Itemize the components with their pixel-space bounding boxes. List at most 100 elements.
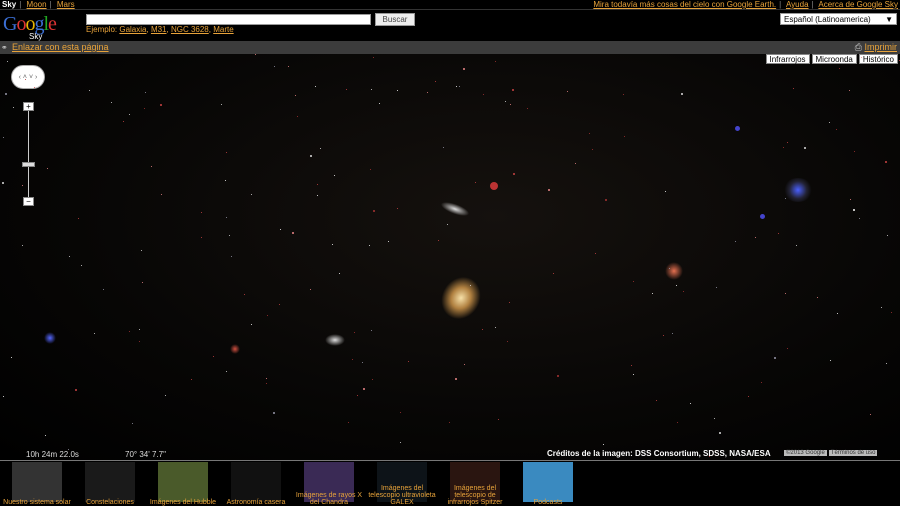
zoom-in-button[interactable]: +	[23, 102, 34, 111]
star	[567, 91, 569, 93]
star	[363, 388, 366, 391]
star	[22, 244, 24, 246]
star	[371, 330, 373, 332]
nav-mars[interactable]: Mars	[57, 0, 75, 9]
gallery-tile[interactable]: Podcasts	[523, 462, 573, 506]
star	[603, 444, 605, 446]
layer-historical[interactable]: Histórico	[858, 54, 898, 64]
star	[129, 113, 131, 115]
star	[830, 360, 832, 362]
example-link[interactable]: Marte	[213, 25, 233, 34]
nav-moon[interactable]: Moon	[27, 0, 47, 9]
gallery-tile[interactable]: Astronomía casera	[227, 462, 285, 506]
star	[630, 364, 632, 366]
star	[662, 334, 664, 336]
star	[139, 341, 140, 343]
star	[785, 292, 787, 294]
star	[837, 312, 839, 314]
layer-infrared[interactable]: Infrarrojos	[765, 54, 810, 64]
image-credit: Créditos de la imagen: DSS Consortium, S…	[547, 449, 771, 458]
terms-link[interactable]: Términos de uso	[828, 450, 878, 456]
search-button[interactable]: Buscar	[375, 13, 415, 26]
star	[339, 273, 341, 275]
star	[494, 60, 496, 62]
star	[142, 281, 144, 283]
star	[885, 161, 888, 164]
star	[651, 292, 653, 294]
star	[828, 122, 830, 124]
example-link[interactable]: Galaxia	[119, 25, 146, 34]
star	[512, 172, 515, 175]
star	[4, 92, 7, 95]
star	[680, 92, 683, 95]
galaxy	[433, 269, 489, 327]
language-select[interactable]: Español (Latinoamerica) ▼	[780, 13, 897, 25]
star	[213, 355, 215, 357]
sky-map[interactable]: Infrarrojos Microonda Histórico ‹ ˄ ˅ › …	[0, 54, 900, 460]
star	[317, 184, 319, 186]
example-link[interactable]: NGC 3628	[171, 25, 209, 34]
star	[370, 88, 372, 90]
gallery-tile[interactable]: Imágenes del telescopio de infrarrojos S…	[448, 462, 502, 506]
star	[426, 91, 428, 93]
gallery-tile[interactable]: Imágenes del telescopio ultravioleta GAL…	[368, 462, 436, 506]
gallery-tile[interactable]: Constelaciones	[85, 462, 135, 506]
star	[266, 377, 268, 379]
zoom-slider-thumb[interactable]	[22, 162, 35, 167]
star	[160, 193, 162, 195]
gallery-tile[interactable]: Imágenes del Hubble	[150, 462, 216, 506]
star	[747, 396, 749, 398]
zoom-out-button[interactable]: −	[23, 197, 34, 206]
help-link[interactable]: Ayuda	[786, 0, 809, 9]
star	[191, 378, 193, 380]
star	[890, 311, 892, 313]
gallery-label: Imágenes del telescopio de infrarrojos S…	[447, 485, 503, 506]
star	[509, 302, 511, 304]
gallery-tile[interactable]: Nuestro sistema solar	[3, 462, 71, 506]
star	[886, 362, 888, 364]
star	[81, 264, 83, 266]
right-ascension: 10h 24m 22.0s	[26, 450, 79, 459]
star	[267, 314, 269, 316]
link-to-page[interactable]: Enlazar con esta página	[12, 41, 109, 54]
gallery-thumbnail	[231, 462, 281, 502]
google-earth-link[interactable]: Mira todavía más cosas del cielo con Goo…	[593, 0, 776, 9]
nav-sky[interactable]: Sky	[2, 0, 16, 9]
star	[399, 412, 401, 414]
star	[251, 323, 253, 325]
star	[200, 212, 202, 214]
star	[372, 209, 375, 212]
star	[589, 132, 591, 134]
example-link[interactable]: M31	[151, 25, 167, 34]
star	[297, 116, 299, 118]
zoom-slider-track[interactable]	[28, 106, 29, 202]
gallery-tile[interactable]: Imágenes de rayos X del Chandra	[296, 462, 362, 506]
google-sky-logo[interactable]: Google Sky	[3, 13, 57, 41]
star	[332, 243, 334, 245]
print-link[interactable]: Imprimir	[865, 42, 898, 52]
star	[870, 413, 872, 415]
star	[498, 419, 499, 421]
star	[345, 89, 347, 91]
star	[510, 104, 512, 106]
star	[716, 286, 718, 288]
pan-control[interactable]: ‹ ˄ ˅ ›	[11, 65, 45, 89]
star	[760, 214, 765, 219]
gallery-thumbnail	[158, 462, 208, 502]
star	[273, 65, 275, 67]
star	[718, 431, 721, 434]
star	[474, 181, 476, 183]
star	[446, 224, 448, 226]
star	[1, 182, 4, 185]
dropdown-arrow-icon: ▼	[885, 15, 893, 24]
copyright: ©2013 Google Términos de uso	[784, 450, 878, 456]
star	[682, 290, 684, 292]
about-link[interactable]: Acerca de Google Sky	[818, 0, 898, 9]
search-input[interactable]	[86, 14, 371, 25]
layer-microwave[interactable]: Microonda	[811, 54, 857, 64]
star	[633, 280, 635, 282]
star	[848, 90, 850, 92]
star	[201, 236, 203, 238]
star	[804, 146, 807, 149]
gallery-label: Imágenes de rayos X del Chandra	[295, 492, 363, 506]
